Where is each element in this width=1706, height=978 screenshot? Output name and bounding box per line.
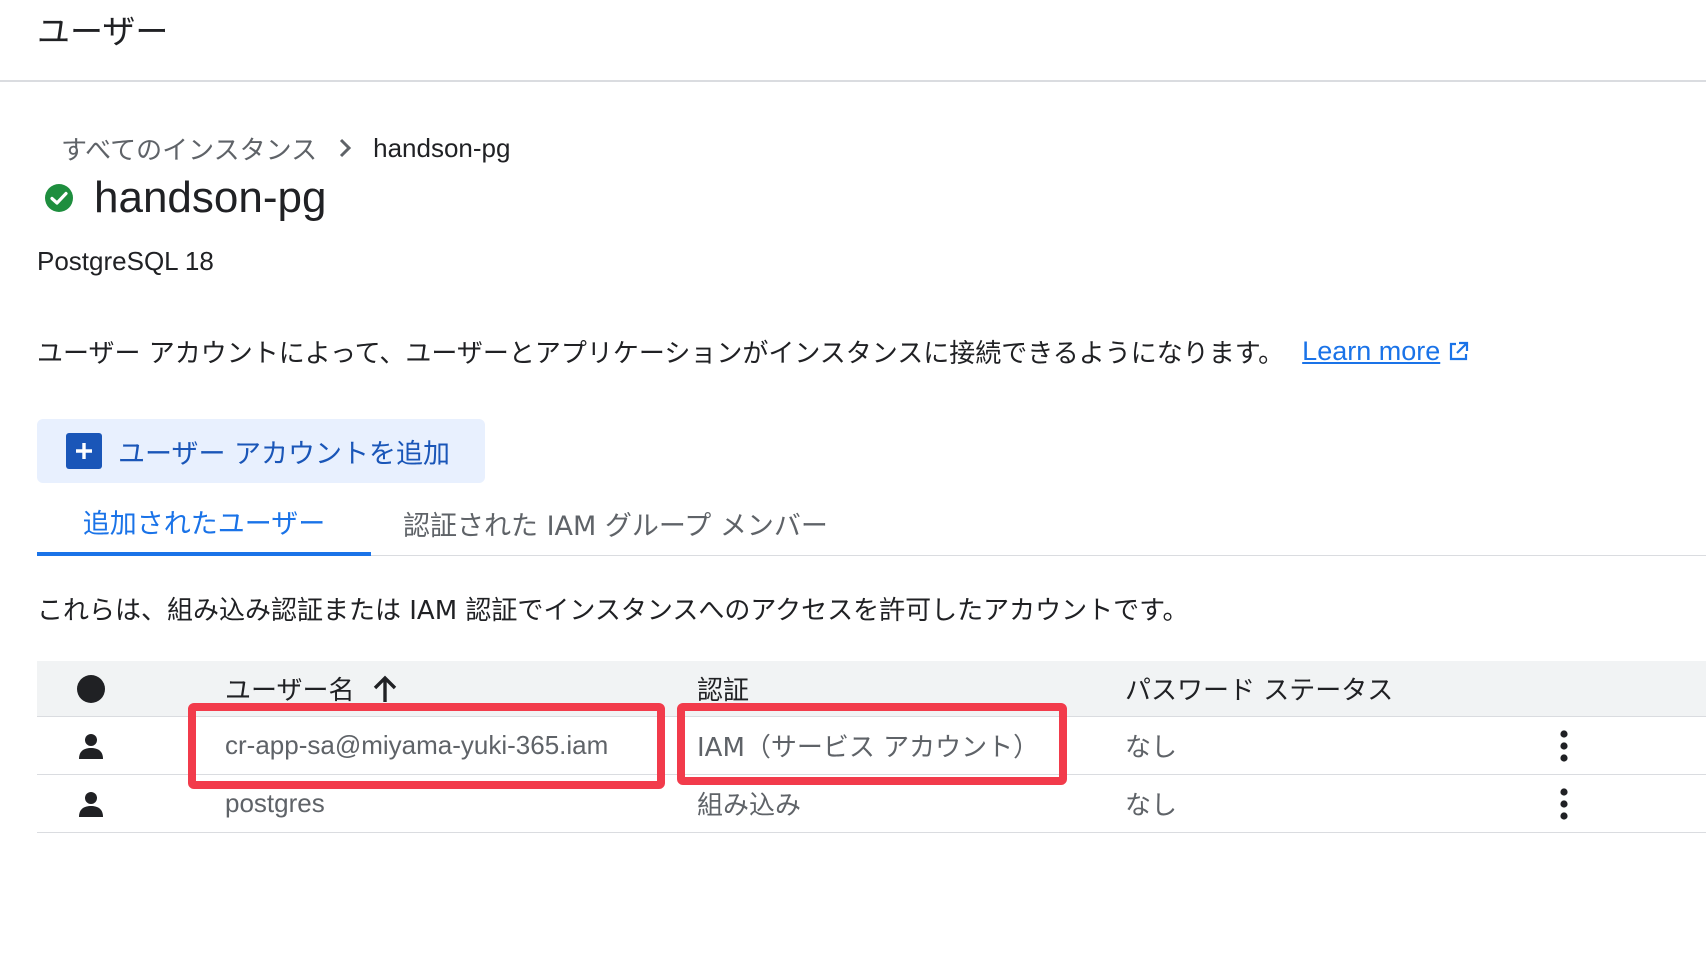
user-name-cell: cr-app-sa@miyama-yuki-365.iam: [225, 730, 609, 760]
column-header-password-label: パスワード ステータス: [1125, 676, 1394, 706]
tab-iam-group-members[interactable]: 認証された IAM グループ メンバー: [403, 490, 828, 556]
column-header-user[interactable]: ユーザー名: [225, 661, 398, 716]
users-table: ユーザー名 認証 パスワード ステータス cr-app-sa@miyama-yu…: [37, 661, 1706, 833]
person-icon: [71, 717, 111, 774]
breadcrumb: すべてのインスタンス handson-pg: [61, 130, 510, 166]
add-user-button[interactable]: ユーザー アカウントを追加: [37, 419, 485, 483]
page-title: ユーザー: [37, 12, 169, 51]
auth-type-cell: IAM（サービス アカウント）: [697, 733, 1040, 763]
database-version: PostgreSQL 18: [37, 246, 214, 276]
user-name-cell: postgres: [225, 788, 325, 818]
breadcrumb-all-instances-link[interactable]: すべてのインスタンス: [61, 130, 317, 167]
tab-added-users[interactable]: 追加されたユーザー: [37, 490, 371, 556]
page: ユーザー すべてのインスタンス handson-pg handson-pg Po…: [0, 0, 1706, 978]
breadcrumb-current: handson-pg: [373, 132, 511, 163]
more-vert-icon[interactable]: [1544, 775, 1584, 832]
description-text: ユーザー アカウントによって、ユーザーとアプリケーションがインスタンスに接続でき…: [37, 339, 1285, 369]
table-row: postgres 組み込み なし: [37, 775, 1706, 833]
add-user-label: ユーザー アカウントを追加: [118, 438, 451, 470]
check-circle-icon: [45, 184, 73, 212]
column-header-auth-label: 認証: [697, 676, 750, 706]
table-description: これらは、組み込み認証または IAM 認証でインスタンスへのアクセスを許可したア…: [37, 596, 1189, 626]
column-header-auth: 認証: [697, 661, 749, 716]
learn-more-link[interactable]: Learn more: [1302, 336, 1470, 367]
instance-name: handson-pg: [94, 173, 327, 222]
table-header-row: ユーザー名 認証 パスワード ステータス: [37, 661, 1706, 717]
column-header-password: パスワード ステータス: [1125, 661, 1393, 716]
instance-heading: handson-pg: [44, 168, 326, 228]
arrow-upward-icon: [374, 675, 397, 702]
learn-more-label: Learn more: [1302, 336, 1441, 366]
tab-bar: 追加されたユーザー 認証された IAM グループ メンバー: [37, 490, 1706, 556]
person-icon: [71, 775, 111, 832]
table-row: cr-app-sa@miyama-yuki-365.iam IAM（サービス ア…: [37, 717, 1706, 775]
select-all-icon: [71, 661, 111, 716]
column-header-user-label: ユーザー名: [225, 676, 355, 706]
password-status-cell: なし: [1125, 733, 1178, 763]
auth-type-cell: 組み込み: [697, 791, 802, 821]
more-vert-icon[interactable]: [1544, 717, 1584, 774]
password-status-cell: なし: [1125, 791, 1178, 821]
chevron-right-icon: [317, 130, 373, 166]
top-header: ユーザー: [0, 0, 1706, 82]
add-box-icon: [66, 433, 102, 469]
open-in-new-icon: [1450, 341, 1469, 360]
page-description: ユーザー アカウントによって、ユーザーとアプリケーションがインスタンスに接続でき…: [37, 333, 1470, 370]
